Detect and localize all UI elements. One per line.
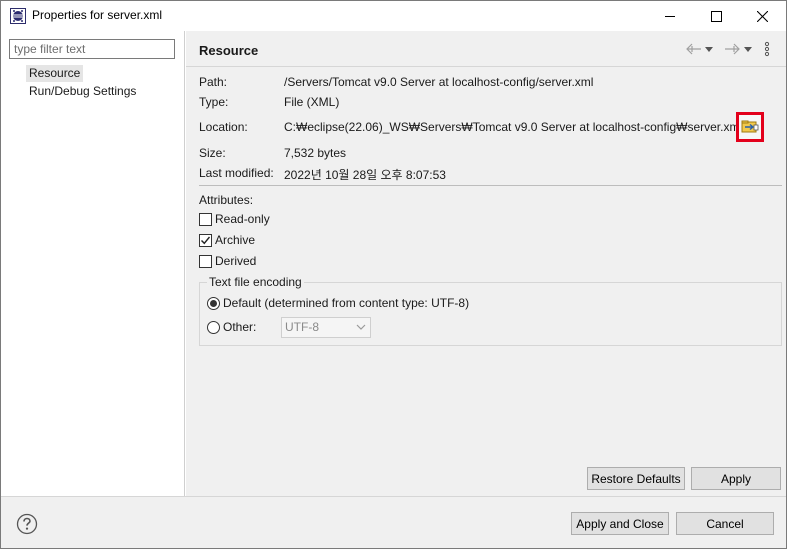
- apply-button[interactable]: Apply: [691, 467, 781, 490]
- page-title: Resource: [199, 43, 259, 58]
- size-value: 7,532 bytes: [284, 146, 347, 160]
- maximize-icon: [710, 10, 722, 22]
- help-icon[interactable]: [16, 513, 38, 535]
- cancel-button[interactable]: Cancel: [676, 512, 774, 535]
- text-file-encoding-group: Text file encoding Default (determined f…: [199, 275, 782, 346]
- forward-dropdown-icon[interactable]: [743, 40, 753, 58]
- path-value: /Servers/Tomcat v9.0 Server at localhost…: [284, 75, 594, 89]
- checkbox-box[interactable]: [199, 254, 212, 268]
- category-pane: Resource Run/Debug Settings: [1, 31, 185, 496]
- location-value: C:₩eclipse(22.06)_WS₩Servers₩Tomcat v9.0…: [284, 120, 743, 134]
- close-button[interactable]: [739, 1, 785, 31]
- apply-and-close-button[interactable]: Apply and Close: [571, 512, 669, 535]
- other-encoding-label: Other:: [223, 320, 257, 334]
- close-icon: [756, 10, 768, 22]
- properties-dialog: Properties for server.xml Resource Run/D…: [0, 0, 787, 549]
- resource-page: Resource Path: /Servers/Tomcat v9.0 Serv…: [186, 31, 786, 496]
- archive-label: Archive: [215, 233, 256, 247]
- separator: [199, 185, 782, 186]
- radio-unselected[interactable]: [207, 320, 220, 334]
- forward-arrow-icon[interactable]: [723, 40, 741, 58]
- last-modified-value: 2022년 10월 28일 오후 8:07:53: [284, 168, 446, 182]
- chevron-down-icon: [356, 324, 366, 330]
- readonly-label: Read-only: [215, 212, 270, 226]
- view-menu-icon[interactable]: [762, 40, 772, 58]
- filter-input[interactable]: [9, 39, 175, 59]
- checkbox-box[interactable]: [199, 212, 212, 226]
- tree-item-run-debug-settings[interactable]: Run/Debug Settings: [26, 83, 139, 100]
- path-label: Path:: [199, 75, 228, 89]
- show-in-system-explorer-button[interactable]: [736, 112, 764, 142]
- eclipse-app-icon: [10, 8, 26, 24]
- type-label: Type:: [199, 95, 229, 109]
- radio-selected[interactable]: [207, 296, 220, 310]
- open-folder-icon: [741, 120, 759, 133]
- derived-label: Derived: [215, 254, 257, 268]
- restore-defaults-button[interactable]: Restore Defaults: [587, 467, 685, 490]
- back-dropdown-icon[interactable]: [704, 40, 714, 58]
- derived-checkbox[interactable]: Derived: [199, 252, 256, 270]
- readonly-checkbox[interactable]: Read-only: [199, 210, 270, 228]
- encoding-select[interactable]: UTF-8: [281, 317, 371, 338]
- last-modified-label: Last modified:: [199, 166, 274, 180]
- dialog-footer: Apply and Close Cancel: [1, 496, 786, 548]
- radio-dot: [210, 299, 217, 307]
- location-label: Location:: [199, 120, 248, 134]
- title-bar: Properties for server.xml: [1, 1, 786, 31]
- minimize-button[interactable]: [647, 1, 693, 31]
- size-label: Size:: [199, 146, 226, 160]
- window-title: Properties for server.xml: [32, 8, 163, 22]
- page-header: Resource: [186, 31, 786, 67]
- checkmark-icon: [201, 236, 211, 244]
- default-encoding-radio[interactable]: Default (determined from content type: U…: [207, 294, 469, 312]
- checkbox-box-checked[interactable]: [199, 233, 212, 247]
- maximize-button[interactable]: [693, 1, 739, 31]
- tree-item-resource[interactable]: Resource: [26, 65, 84, 82]
- attributes-heading: Attributes:: [199, 193, 254, 207]
- encoding-select-value: UTF-8: [285, 320, 319, 334]
- archive-checkbox[interactable]: Archive: [199, 231, 255, 249]
- back-arrow-icon[interactable]: [685, 40, 703, 58]
- group-title: Text file encoding: [207, 275, 304, 289]
- minimize-icon: [664, 15, 675, 17]
- type-value: File (XML): [284, 95, 340, 109]
- default-encoding-label: Default (determined from content type: U…: [223, 296, 470, 310]
- other-encoding-radio[interactable]: Other:: [207, 318, 256, 336]
